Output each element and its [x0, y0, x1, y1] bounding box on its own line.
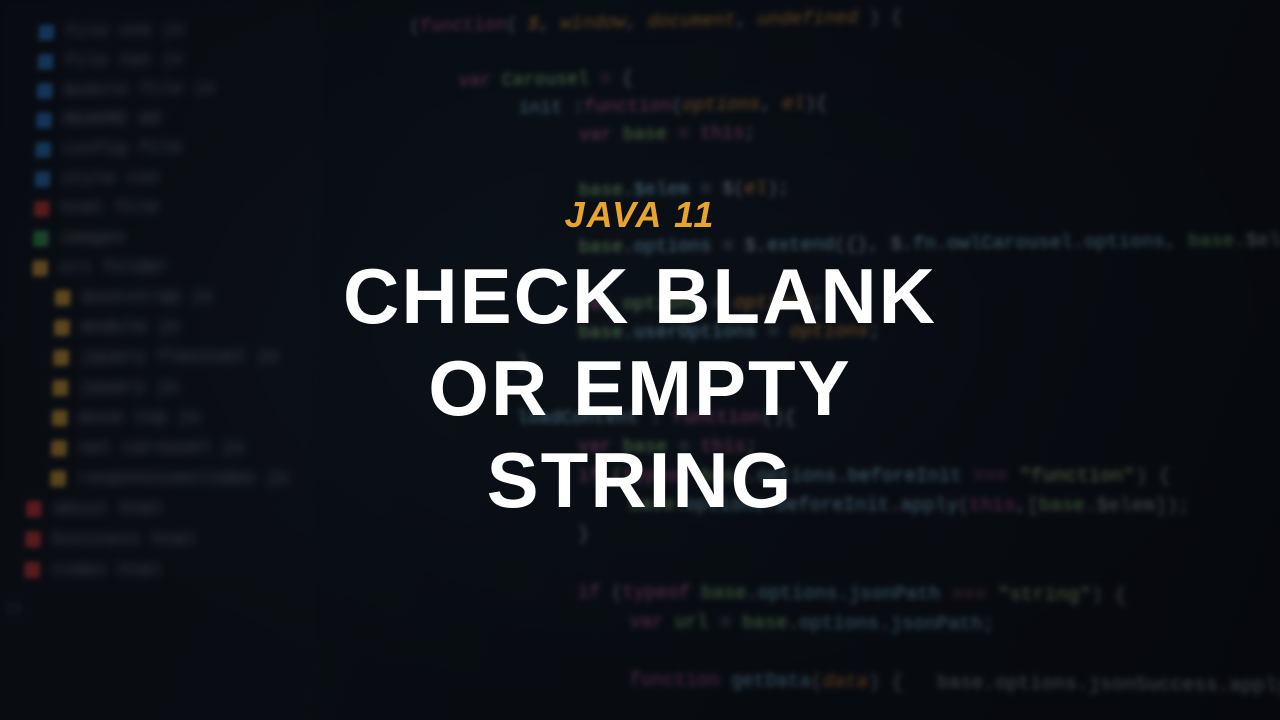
headline-line-3: STRING	[343, 434, 937, 526]
headline-text: CHECK BLANK OR EMPTY STRING	[343, 250, 937, 526]
headline-line-1: CHECK BLANK	[343, 250, 937, 342]
eyebrow-text: JAVA 11	[565, 194, 716, 236]
headline-line-2: OR EMPTY	[343, 342, 937, 434]
thumbnail-root: file one jsfile two jsmodule file jsREAD…	[0, 0, 1280, 720]
title-overlay: JAVA 11 CHECK BLANK OR EMPTY STRING	[0, 0, 1280, 720]
